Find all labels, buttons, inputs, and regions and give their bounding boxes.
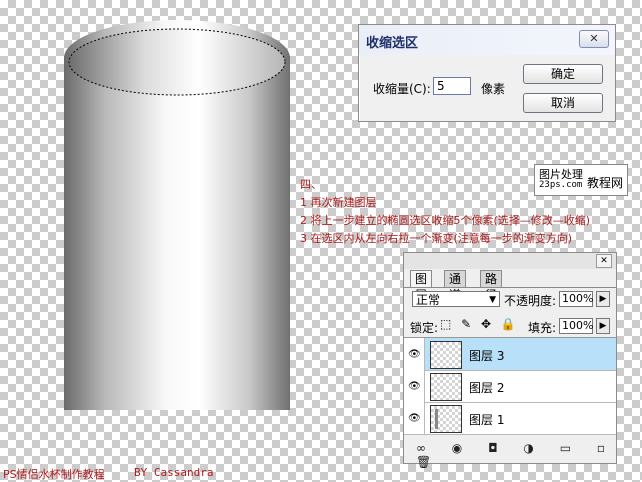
eye-icon: 👁	[408, 349, 421, 360]
layer-thumbnail	[430, 373, 462, 401]
fill-arrow-icon[interactable]: ▶	[596, 318, 610, 334]
layer-footer-icons[interactable]: ∞ ◉ ◘ ◑ ▭ ▫ 🗑	[416, 441, 616, 469]
cylinder-shape	[64, 20, 290, 410]
tab-divider	[404, 287, 616, 288]
layer-name: 图层 2	[469, 381, 505, 395]
fill-input[interactable]: 100%	[559, 318, 593, 334]
layer-thumbnail	[430, 341, 462, 369]
unit-label: 像素	[481, 82, 506, 96]
layers-panel: ✕ 图层 通道 路径 正常 ▼ 不透明度: 100% ▶ 锁定: ⬚ ✎ ✥ 🔒…	[403, 252, 617, 469]
dialog-title-bar[interactable]: 收缩选区 ✕	[359, 25, 615, 55]
instruction-line: 1 再次新建图层	[300, 196, 377, 209]
lock-icons[interactable]: ⬚ ✎ ✥ 🔒	[440, 317, 519, 331]
blend-mode-value: 正常	[416, 293, 441, 307]
layer-row[interactable]: 👁 图层 2	[404, 370, 616, 403]
layer-name-area[interactable]: 图层 2	[425, 370, 616, 402]
shrink-amount-input[interactable]	[433, 77, 471, 95]
layer-name: 图层 3	[469, 349, 505, 363]
layer-thumbnail	[430, 405, 462, 433]
close-icon[interactable]: ✕	[579, 30, 609, 48]
chevron-down-icon: ▼	[489, 295, 496, 305]
footer-title: PS情侣水杯制作教程	[3, 468, 105, 481]
shrink-amount-label: 收缩量(C):	[373, 82, 431, 96]
visibility-toggle[interactable]: 👁	[404, 338, 425, 370]
visibility-toggle[interactable]: 👁	[404, 370, 425, 402]
instruction-line: 3 在选区内从左向右拉一个渐变(注意每一步的渐变方向)	[300, 232, 573, 245]
eye-icon: 👁	[408, 413, 421, 424]
layer-row[interactable]: 👁 图层 3	[404, 338, 616, 371]
layer-list: 👁 图层 3 👁 图层 2 👁 图层 1	[404, 337, 616, 435]
watermark-line3: 教程网	[587, 176, 624, 190]
layer-name: 图层 1	[469, 413, 505, 427]
lock-label: 锁定:	[410, 321, 439, 335]
tab-channels[interactable]: 通道	[444, 270, 467, 302]
contract-selection-dialog: 收缩选区 ✕ 收缩量(C): 像素 确定 取消	[358, 24, 616, 122]
layer-name-area[interactable]: 图层 1	[425, 402, 616, 434]
instruction-line: 2 将上一步建立的椭圆选区收缩5个像素(选择—修改—收缩)	[300, 214, 591, 227]
cancel-button[interactable]: 取消	[523, 93, 603, 113]
layer-row[interactable]: 👁 图层 1	[404, 402, 616, 435]
footer-author: BY Cassandra	[134, 466, 214, 479]
opacity-input[interactable]: 100%	[559, 291, 593, 307]
tab-paths[interactable]: 路径	[480, 270, 503, 302]
blend-mode-select[interactable]: 正常 ▼	[412, 291, 500, 307]
eye-icon: 👁	[408, 381, 421, 392]
fill-label: 填充:	[528, 321, 557, 335]
opacity-label: 不透明度:	[504, 294, 557, 308]
opacity-arrow-icon[interactable]: ▶	[596, 291, 610, 307]
instructions-text: 四、 1 再次新建图层 2 将上一步建立的椭圆选区收缩5个像素(选择—修改—收缩…	[300, 176, 590, 248]
ok-button[interactable]: 确定	[523, 64, 603, 84]
layer-name-area[interactable]: 图层 3	[425, 338, 616, 370]
instruction-step-title: 四、	[300, 178, 322, 191]
tab-layers[interactable]: 图层	[410, 270, 433, 302]
dialog-title: 收缩选区	[366, 36, 419, 51]
panel-header[interactable]: ✕	[404, 253, 616, 269]
visibility-toggle[interactable]: 👁	[404, 402, 425, 434]
panel-close-icon[interactable]: ✕	[596, 254, 612, 268]
